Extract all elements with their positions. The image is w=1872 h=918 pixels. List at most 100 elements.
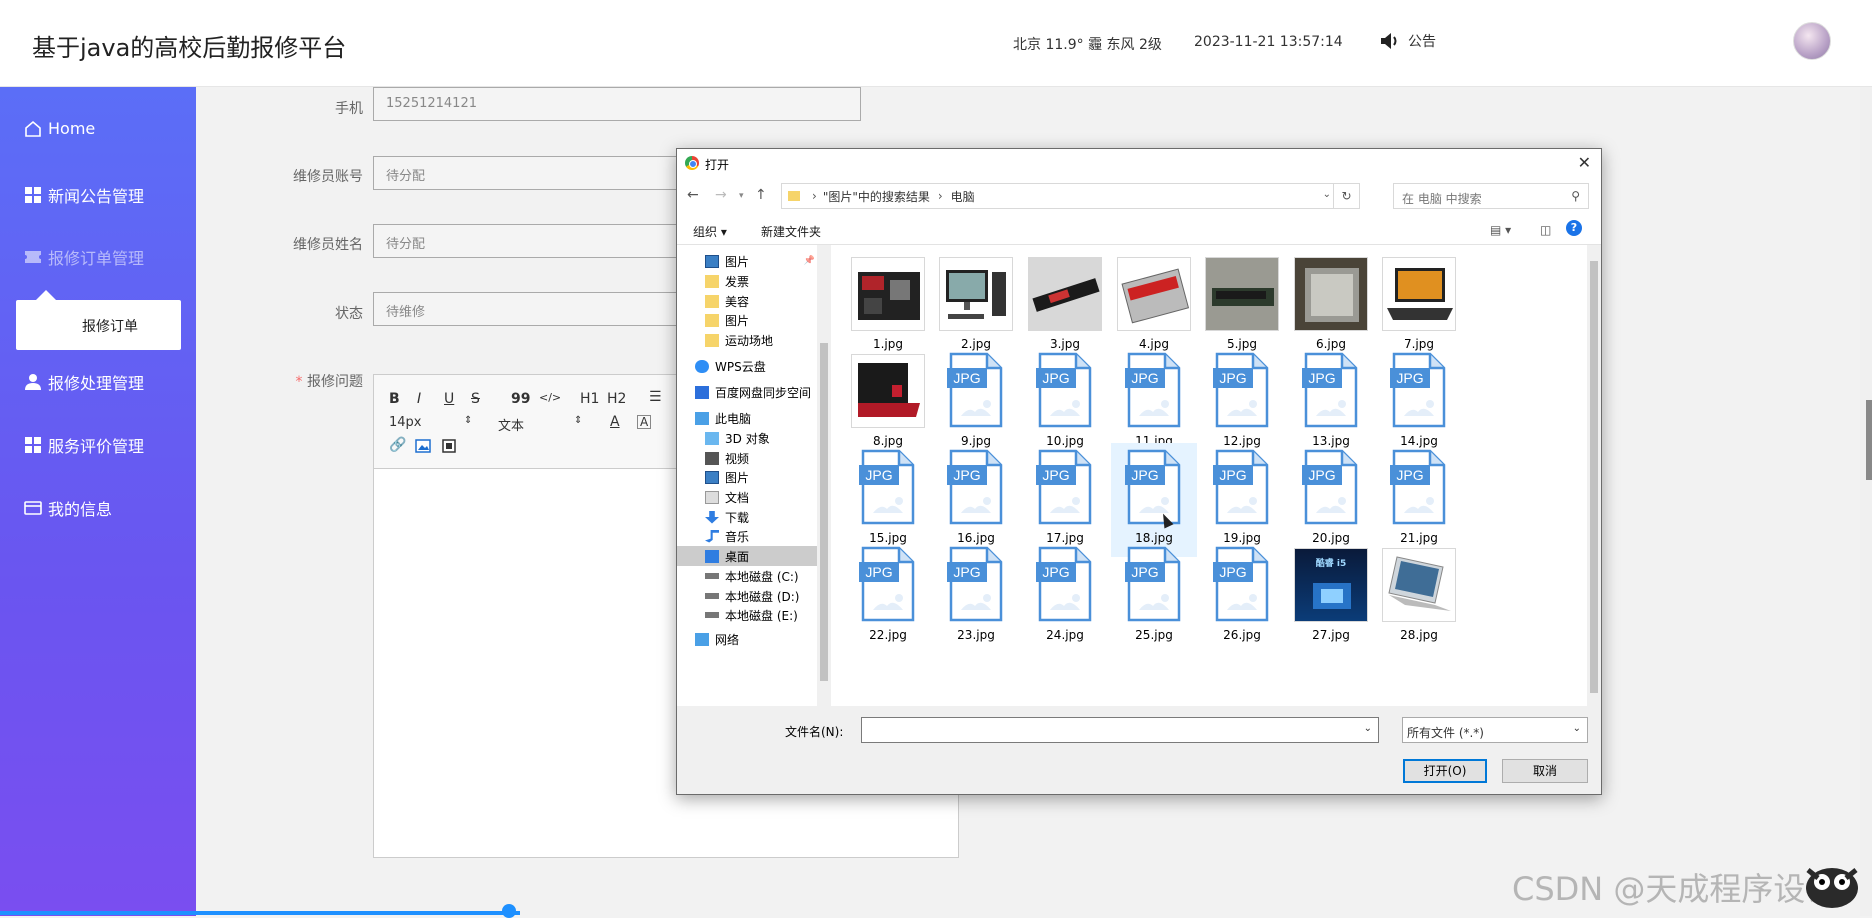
address-bar[interactable]: › "图片"中的搜索结果 › 电脑 ⌄ ↻ — [781, 183, 1360, 209]
issue-label: * 报修问题 — [213, 371, 363, 391]
breadcrumb-item[interactable]: "图片"中的搜索结果 — [823, 188, 930, 205]
filename-input[interactable]: ⌄ — [861, 717, 1379, 743]
tree-item[interactable]: 本地磁盘 (D:) — [677, 586, 817, 606]
tree-item[interactable]: 美容 — [677, 291, 817, 311]
tree-item[interactable]: 此电脑 — [677, 408, 817, 428]
tree-item[interactable]: 图片 — [677, 310, 817, 330]
link-icon[interactable]: 🔗 — [389, 437, 406, 453]
page-scrollbar[interactable] — [1860, 87, 1872, 916]
help-icon[interactable]: ? — [1566, 220, 1582, 236]
back-arrow-icon[interactable]: ← — [687, 187, 699, 203]
breadcrumb-item[interactable]: 电脑 — [951, 188, 975, 205]
tree-item[interactable]: 图片 📌 — [677, 251, 817, 271]
tree-item[interactable]: 发票 — [677, 271, 817, 291]
phone-label: 手机 — [335, 101, 363, 117]
font-color-icon[interactable]: A — [610, 414, 620, 430]
jpg-badge: JPG — [1131, 564, 1158, 580]
italic-button[interactable]: I — [417, 391, 421, 407]
tree-item[interactable]: 网络 — [677, 629, 817, 649]
refresh-icon[interactable]: ↻ — [1333, 184, 1359, 208]
tree-item[interactable]: 视频 — [677, 448, 817, 468]
search-input[interactable]: 在 电脑 中搜索 ⚲ — [1393, 183, 1589, 209]
file-type-select[interactable]: 所有文件 (*.*) ⌄ — [1402, 717, 1588, 743]
new-folder-button[interactable]: 新建文件夹 — [761, 223, 821, 240]
notice-label: 公告 — [1408, 34, 1436, 50]
image-icon[interactable] — [415, 439, 431, 453]
filename-label: 文件名(N): — [785, 725, 844, 739]
code-button[interactable]: </> — [539, 391, 561, 404]
jpg-badge: JPG — [953, 370, 980, 386]
submenu-label: 报修订单 — [82, 319, 138, 335]
highlight-icon[interactable]: A — [637, 415, 652, 429]
file-name: 26.jpg — [1223, 628, 1261, 642]
tree-item[interactable]: 音乐 — [677, 526, 817, 546]
tree-item[interactable]: 桌面 — [677, 546, 817, 566]
tree-item-label: 此电脑 — [715, 411, 752, 426]
up-arrow-icon[interactable]: ↑ — [755, 187, 767, 203]
sidebar-item-reviews[interactable]: 服务评价管理 — [24, 433, 144, 457]
tree-item[interactable]: 图片 — [677, 467, 817, 487]
h1-button[interactable]: H1 — [580, 391, 599, 407]
ticket-icon — [25, 251, 41, 263]
file-item[interactable]: JPG 26.jpg — [1199, 540, 1285, 654]
file-item[interactable]: JPG 25.jpg — [1111, 540, 1197, 654]
paragraph-select[interactable]: 文本 — [498, 415, 524, 434]
chevron-down-icon[interactable]: ⌄ — [1364, 723, 1372, 734]
status-field[interactable]: 待维修 — [373, 292, 683, 326]
phone-field[interactable]: 15251214121 — [373, 87, 861, 121]
file-name: 24.jpg — [1046, 628, 1084, 642]
files-scrollbar-thumb[interactable] — [1590, 261, 1598, 693]
jpg-file-icon: JPG — [1390, 352, 1446, 428]
file-item[interactable]: JPG 22.jpg — [845, 540, 931, 654]
tree-item[interactable]: 本地磁盘 (C:) — [677, 566, 817, 586]
forward-arrow-icon[interactable]: → — [715, 187, 727, 203]
underline-button[interactable]: U — [444, 391, 454, 407]
tree-item[interactable]: 文档 — [677, 487, 817, 507]
file-item[interactable]: 28.jpg — [1376, 540, 1462, 654]
sidebar-item-news[interactable]: 新闻公告管理 — [24, 183, 144, 207]
page-scrollbar-thumb[interactable] — [1866, 400, 1872, 480]
tree-item[interactable]: 3D 对象 — [677, 428, 817, 448]
file-item[interactable]: 27.jpg 酷睿 i5 — [1288, 540, 1374, 654]
list-icon[interactable]: ☰ — [649, 389, 662, 405]
open-button[interactable]: 打开(O) — [1403, 759, 1487, 783]
tree-item[interactable]: 本地磁盘 (E:) — [677, 605, 817, 625]
chevron-down-icon[interactable]: ⌄ — [1323, 189, 1331, 200]
quote-button[interactable]: 99 — [511, 391, 530, 407]
sidebar-item-home[interactable]: Home — [24, 119, 95, 138]
h2-button[interactable]: H2 — [607, 391, 626, 407]
avatar[interactable] — [1793, 22, 1831, 60]
tree-item[interactable]: 运动场地 — [677, 330, 817, 350]
search-icon: ⚲ — [1571, 189, 1580, 203]
submenu-item-repair-orders[interactable]: 报修订单 — [16, 290, 181, 350]
repairer-name-field[interactable]: 待分配 — [373, 224, 683, 258]
organize-button[interactable]: 组织 ▾ — [693, 223, 727, 240]
sidebar-item-processing[interactable]: 报修处理管理 — [24, 370, 144, 394]
card-icon — [24, 501, 42, 515]
notice-button[interactable]: 公告 — [1380, 31, 1436, 51]
font-size-select[interactable]: 14px — [389, 415, 422, 430]
chevron-down-icon[interactable]: ▾ — [739, 191, 744, 201]
file-item[interactable]: JPG 24.jpg — [1022, 540, 1108, 654]
view-options-icon[interactable]: ▤ ▾ — [1490, 223, 1511, 237]
sidebar-item-profile[interactable]: 我的信息 — [24, 496, 112, 520]
file-name: 27.jpg — [1312, 628, 1350, 642]
tree-item[interactable]: 百度网盘同步空间 — [677, 382, 817, 402]
tree-item-label: 本地磁盘 (D:) — [725, 589, 800, 604]
strike-button[interactable]: S — [471, 391, 480, 407]
tree-item[interactable]: WPS云盘 — [677, 356, 817, 376]
music-icon — [705, 529, 719, 543]
image-thumbnail — [1382, 548, 1456, 622]
tree-item[interactable]: 下载 — [677, 507, 817, 527]
bold-button[interactable]: B — [389, 391, 400, 407]
file-item[interactable]: JPG 23.jpg — [933, 540, 1019, 654]
preview-pane-icon[interactable]: ◫ — [1540, 223, 1551, 237]
sidebar-item-orders[interactable]: 报修订单管理 — [24, 245, 144, 269]
video-icon[interactable] — [442, 439, 456, 453]
cancel-button[interactable]: 取消 — [1502, 759, 1588, 783]
tree-scrollbar-thumb[interactable] — [820, 343, 828, 681]
file-open-dialog: 打开 ✕ ← → ▾ ↑ › "图片"中的搜索结果 › 电脑 ⌄ ↻ 在 电脑 … — [676, 148, 1602, 795]
close-icon[interactable]: ✕ — [1578, 153, 1591, 172]
progress-bar — [0, 911, 520, 915]
repairer-account-field[interactable]: 待分配 — [373, 156, 683, 190]
